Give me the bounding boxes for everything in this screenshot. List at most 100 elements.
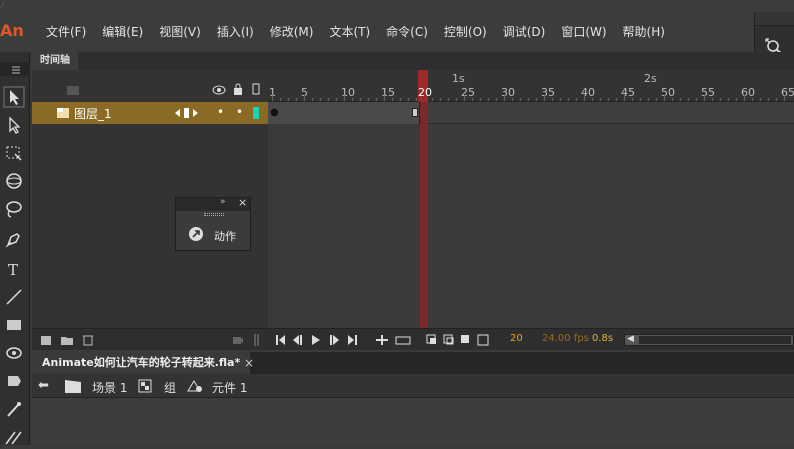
frame-tick-mark (648, 98, 649, 101)
end-frame-marker[interactable] (412, 108, 418, 117)
keyframe-dot[interactable]: ● (270, 107, 279, 118)
frame-tick-mark (344, 95, 345, 101)
paint-brush-tool-icon[interactable] (3, 342, 25, 364)
close-icon[interactable]: × (244, 352, 254, 374)
current-frame-readout[interactable]: 20 (510, 333, 523, 344)
menu-debug[interactable]: 调试(D) (495, 20, 554, 43)
actions-label[interactable]: 动作 (214, 228, 236, 244)
scroll-left-arrow-icon[interactable]: ◀ (627, 334, 634, 344)
frame-tick-mark (512, 98, 513, 101)
onion-skin-controls-icon[interactable] (426, 333, 496, 347)
menu-control[interactable]: 控制(O) (436, 20, 495, 43)
popup-title-bar[interactable]: » × (176, 196, 250, 211)
back-arrow-icon[interactable]: ⬅ (38, 378, 49, 393)
document-tab-bar: Animate如何让汽车的轮子转起来.fla* × (32, 352, 794, 374)
document-tab[interactable]: Animate如何让汽车的轮子转起来.fla* (32, 352, 251, 374)
frame-tick-mark (592, 98, 593, 101)
filled-frames[interactable]: ● (268, 102, 420, 124)
frame-tick-mark (416, 98, 417, 101)
timeline-horizontal-scrollbar[interactable]: ◀ (624, 334, 794, 346)
frame-tick-mark (528, 98, 529, 101)
expand-icon[interactable]: » (220, 197, 226, 207)
layer-nav-arrows-icon[interactable] (174, 107, 204, 119)
breadcrumb-scene[interactable]: 场景 1 (92, 379, 127, 396)
layer-outline-color[interactable] (253, 107, 259, 119)
menu-insert[interactable]: 插入(I) (209, 20, 262, 43)
show-hide-all-icon[interactable] (212, 84, 226, 98)
layer-visible-dot[interactable]: • (217, 105, 224, 119)
outline-all-icon[interactable] (252, 83, 260, 98)
splitter-icon[interactable] (254, 333, 260, 347)
camera-icon[interactable] (232, 335, 244, 345)
panel-menu-icon[interactable] (0, 62, 30, 76)
frame-tick-mark (296, 98, 297, 101)
elapsed-time-readout[interactable]: 0.8s (592, 333, 613, 344)
frame-ruler[interactable]: 1s 2s 15101520253035404550556065 (268, 70, 794, 102)
line-tool-icon[interactable] (3, 286, 25, 308)
frame-tick-mark (448, 98, 449, 101)
frame-tick-mark (328, 98, 329, 101)
menu-file[interactable]: 文件(F) (38, 20, 94, 43)
playhead-handle[interactable]: 20 (418, 70, 432, 102)
lock-all-icon[interactable] (232, 83, 244, 98)
menu-text[interactable]: 文本(T) (321, 20, 378, 43)
tab-timeline[interactable]: 时间轴 (32, 52, 78, 70)
frame-tick-label: 65 (781, 86, 794, 99)
frame-tick-mark (608, 98, 609, 101)
frame-tick-mark (696, 98, 697, 101)
frame-tick-mark (736, 98, 737, 101)
breadcrumb-symbol[interactable]: 元件 1 (212, 379, 247, 396)
pen-tool-icon[interactable] (3, 228, 25, 250)
drag-grip-icon[interactable] (204, 213, 224, 216)
frame-tick-mark (560, 98, 561, 101)
selection-tool-icon[interactable] (3, 86, 25, 108)
layer-name[interactable]: 图层_1 (74, 105, 112, 122)
brush-tool-icon[interactable] (3, 370, 25, 392)
bone-tool-icon[interactable] (3, 424, 25, 446)
frame-tick-mark (688, 98, 689, 101)
actions-icon[interactable] (188, 226, 204, 242)
subselection-tool-icon[interactable] (3, 114, 25, 136)
frame-tick-mark (520, 98, 521, 101)
free-transform-tool-icon[interactable] (3, 142, 25, 164)
frame-row[interactable]: ● (268, 102, 794, 124)
app-logo: An (0, 21, 24, 40)
new-folder-icon[interactable] (60, 334, 74, 346)
loop-controls-icon[interactable] (376, 334, 412, 346)
tools-panel-header (0, 62, 30, 76)
frame-tick-mark (744, 95, 745, 101)
frame-tick-mark (712, 98, 713, 101)
menu-edit[interactable]: 编辑(E) (94, 20, 151, 43)
3d-rotation-tool-icon[interactable] (3, 170, 25, 192)
eyedropper-tool-icon[interactable] (3, 398, 25, 420)
breadcrumb-group[interactable]: 组 (164, 379, 176, 396)
layer-row[interactable]: 图层_1 • • (32, 102, 268, 124)
close-icon[interactable]: × (238, 196, 247, 209)
menu-view[interactable]: 视图(V) (151, 20, 209, 43)
new-layer-icon[interactable] (40, 334, 52, 346)
menu-window[interactable]: 窗口(W) (553, 20, 614, 43)
menu-help[interactable]: 帮助(H) (615, 20, 673, 43)
frame-tick-mark (272, 95, 273, 101)
menu-modify[interactable]: 修改(M) (262, 20, 322, 43)
lasso-tool-icon[interactable] (3, 198, 25, 220)
playback-controls-icon[interactable] (276, 334, 366, 346)
delete-trash-icon[interactable] (82, 333, 94, 346)
scrollbar-thumb[interactable] (639, 336, 791, 344)
frame-tick-mark (312, 98, 313, 101)
fps-readout[interactable]: 24.00 fps (542, 333, 589, 344)
frame-tick-mark (456, 98, 457, 101)
rectangle-tool-icon[interactable] (3, 314, 25, 336)
playhead[interactable] (420, 70, 428, 328)
frame-tick-mark (552, 98, 553, 101)
frame-tick-mark (280, 98, 281, 101)
right-panel-tab[interactable] (755, 12, 794, 26)
text-tool-icon[interactable]: T (3, 258, 25, 280)
layer-lock-dot[interactable]: • (236, 105, 243, 119)
symbol-graphic-icon (187, 380, 202, 392)
menu-commands[interactable]: 命令(C) (378, 20, 436, 43)
frame-tick-mark (536, 98, 537, 101)
menu-bar: ⁄ An 文件(F) 编辑(E) 视图(V) 插入(I) 修改(M) 文本(T)… (0, 0, 794, 68)
layer-icon (57, 108, 69, 118)
stage-area[interactable] (32, 398, 794, 445)
